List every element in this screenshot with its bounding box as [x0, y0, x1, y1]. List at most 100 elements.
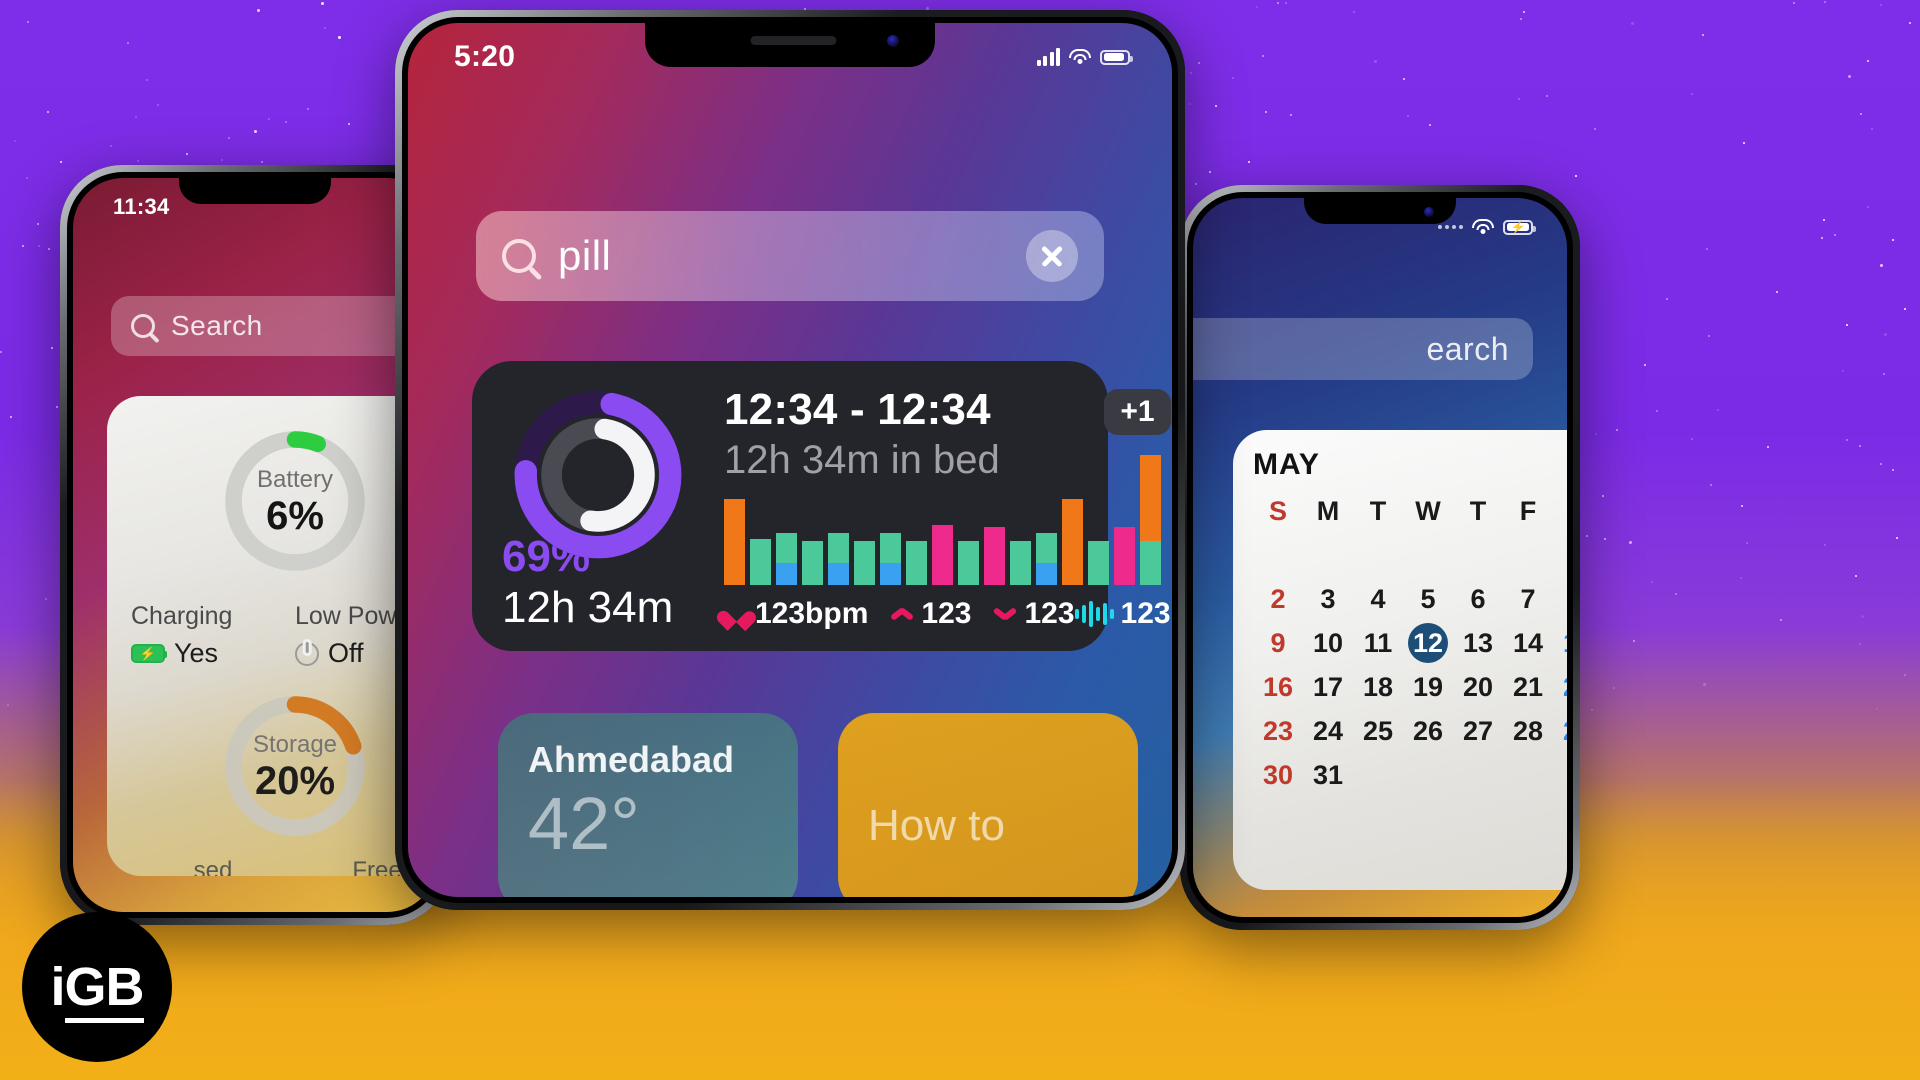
sleep-ring-duration: 12h 34m [502, 582, 674, 632]
battery-ring-label: Battery [256, 466, 334, 493]
sleep-stage-segment-awake [1062, 499, 1083, 586]
right-search-bar[interactable]: earch [1193, 318, 1533, 380]
calendar-day-8[interactable]: 8 [1553, 580, 1567, 618]
sleep-stage-segment-rem [984, 527, 1005, 586]
calendar-day-29[interactable]: 29 [1553, 712, 1567, 750]
calendar-day-15[interactable]: 15 [1553, 624, 1567, 662]
calendar-day-22[interactable]: 22 [1553, 668, 1567, 706]
calendar-day-11[interactable]: 11 [1353, 624, 1403, 662]
calendar-day-30[interactable]: 30 [1253, 756, 1303, 794]
sleep-stage-segment-core [854, 541, 875, 586]
sleep-stage-bar [750, 539, 771, 586]
sleep-ring-gauge [512, 389, 684, 559]
calendar-day-27[interactable]: 27 [1453, 712, 1503, 750]
calendar-day-14[interactable]: 14 [1503, 624, 1553, 662]
calendar-day-7[interactable]: 7 [1503, 580, 1553, 618]
sleep-stage-bar [958, 541, 979, 586]
calendar-day-13[interactable]: 13 [1453, 624, 1503, 662]
sleep-stage-bar [984, 527, 1005, 586]
calendar-day-16[interactable]: 16 [1253, 668, 1303, 706]
spotlight-search-bar[interactable]: pill [476, 211, 1104, 301]
calendar-weekday-1: M [1316, 496, 1340, 526]
charging-value-row: ⚡ Yes [131, 638, 295, 669]
calendar-day-26[interactable]: 26 [1403, 712, 1453, 750]
calendar-day-23[interactable]: 23 [1253, 712, 1303, 750]
sleep-extra-badge[interactable]: +1 [1104, 389, 1171, 435]
weather-temperature: 42° [528, 782, 640, 865]
sleep-stage-bar [854, 541, 875, 586]
right-phone-screen: ⚡ earch MAY SMTWTFS......123456789101112… [1193, 198, 1567, 917]
calendar-day-24[interactable]: 24 [1303, 712, 1353, 750]
battery-detail-rows: Charging ⚡ Yes Low Power Off [131, 602, 437, 669]
calendar-grid[interactable]: SMTWTFS......123456789101112131415161718… [1253, 492, 1567, 794]
calendar-day-18[interactable]: 18 [1353, 668, 1403, 706]
heart-rate-stat: 123bpm [724, 597, 868, 631]
left-phone-screen: 11:34 Search Battery 6% Charging ⚡ Yes L… [73, 178, 437, 912]
sleep-stage-segment-deep [828, 563, 849, 586]
max-rate-stat: 123 [890, 597, 971, 631]
center-status-bar: 5:20 [408, 23, 1172, 75]
sleep-stage-bar [724, 499, 745, 586]
sleep-stage-bar [1140, 455, 1161, 586]
calendar-day-25[interactable]: 25 [1353, 712, 1403, 750]
sleep-stage-segment-core [1010, 541, 1031, 586]
left-search-bar[interactable]: Search [111, 296, 437, 356]
sleep-stage-segment-rem [1114, 527, 1135, 586]
sleep-stage-segment-core [1140, 541, 1161, 586]
sleep-stage-bar [1062, 499, 1083, 586]
wifi-icon [1472, 218, 1494, 236]
calendar-day-21[interactable]: 21 [1503, 668, 1553, 706]
battery-status-widget[interactable]: Battery 6% Charging ⚡ Yes Low Power Off … [107, 396, 437, 876]
calendar-day-6[interactable]: 6 [1453, 580, 1503, 618]
calendar-weekday-6: S [1553, 492, 1567, 530]
calendar-day-28[interactable]: 28 [1503, 712, 1553, 750]
calendar-day-17[interactable]: 17 [1303, 668, 1353, 706]
lowpower-value: Off [328, 638, 364, 668]
heart-icon [724, 603, 748, 625]
calendar-day-4[interactable]: 4 [1353, 580, 1403, 618]
storage-ring-center: Storage 20% [220, 691, 370, 841]
weather-widget[interactable]: Ahmedabad 42° [498, 713, 798, 897]
igb-logo-gb: GB [64, 957, 145, 1023]
used-label: sed [193, 857, 233, 876]
center-phone-mockup: 5:20 pill 69% 12h 34m 12:34 - 12:34 12h … [395, 10, 1185, 910]
search-icon [502, 239, 536, 273]
charging-value: Yes [174, 638, 219, 668]
sleep-ring-column: 69% 12h 34m [498, 387, 698, 631]
calendar-weekday-3: W [1415, 496, 1441, 526]
calendar-day-20[interactable]: 20 [1453, 668, 1503, 706]
calendar-day-9[interactable]: 9 [1253, 624, 1303, 662]
sleep-stage-segment-rem [932, 525, 953, 586]
cellular-dots-icon [1438, 225, 1463, 229]
min-rate-stat: 123 [993, 597, 1074, 631]
calendar-day-31[interactable]: 31 [1303, 756, 1353, 794]
calendar-weekday-0: S [1268, 496, 1287, 526]
weather-city: Ahmedabad [528, 739, 735, 780]
sleep-stage-segment-awake [1140, 455, 1161, 542]
calendar-day-2[interactable]: 2 [1253, 580, 1303, 618]
calendar-day-19[interactable]: 19 [1403, 668, 1453, 706]
sleep-stage-segment-core [1036, 533, 1057, 564]
calendar-day-3[interactable]: 3 [1303, 580, 1353, 618]
sleep-stage-bar [880, 533, 901, 586]
battery-ring-gauge: Battery 6% [220, 426, 370, 576]
center-phone-screen: 5:20 pill 69% 12h 34m 12:34 - 12:34 12h … [408, 23, 1172, 897]
calendar-day-10[interactable]: 10 [1303, 624, 1353, 662]
sleep-stage-segment-deep [880, 563, 901, 586]
max-rate-value: 123 [921, 597, 972, 631]
clear-close-icon[interactable] [1026, 230, 1078, 282]
sleep-widget[interactable]: 69% 12h 34m 12:34 - 12:34 12h 34m in bed… [472, 361, 1171, 651]
power-icon [295, 641, 319, 666]
sleep-stage-bar [1010, 541, 1031, 586]
calendar-day-1[interactable]: 1 [1553, 536, 1567, 574]
sleep-stage-segment-core [828, 533, 849, 564]
right-status-icons: ⚡ [1438, 218, 1536, 236]
calendar-day-12[interactable]: 12 [1403, 623, 1453, 663]
howto-widget[interactable]: How to [838, 713, 1138, 897]
battery-ring-value: 6% [266, 494, 324, 538]
calendar-widget[interactable]: MAY SMTWTFS......12345678910111213141516… [1233, 430, 1567, 890]
left-status-bar: 11:34 [73, 178, 437, 224]
calendar-day-5[interactable]: 5 [1403, 580, 1453, 618]
search-input-value[interactable]: pill [558, 232, 611, 280]
breathing-stat: 123 [1074, 597, 1171, 631]
